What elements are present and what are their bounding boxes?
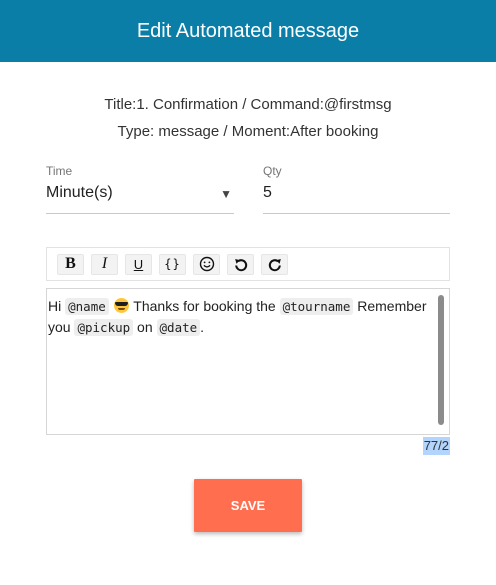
message-line-1: Hi @name Thanks for booking the @tournam… bbox=[48, 298, 427, 315]
message-line-2: you @pickup on @date. bbox=[48, 319, 205, 336]
message-text[interactable]: Hi @name Thanks for booking the @tournam… bbox=[48, 296, 444, 338]
redo-button[interactable] bbox=[261, 253, 288, 275]
editor-scrollbar[interactable] bbox=[438, 295, 444, 425]
message-editor[interactable]: Hi @name Thanks for booking the @tournam… bbox=[46, 288, 450, 435]
italic-button[interactable]: I bbox=[91, 253, 118, 275]
undo-icon bbox=[234, 259, 247, 272]
qty-field[interactable]: Qty 5 bbox=[263, 162, 450, 214]
message-title-info: Title:1. Confirmation / Command:@firstms… bbox=[104, 96, 392, 113]
underline-button[interactable]: U bbox=[125, 253, 152, 275]
bold-button[interactable]: B bbox=[57, 253, 84, 275]
header-bar: Edit Automated message bbox=[0, 0, 496, 62]
dropdown-arrow-icon[interactable]: ▼ bbox=[220, 187, 232, 201]
editor-toolbar: B I U {} bbox=[46, 247, 450, 281]
smiley-icon bbox=[199, 256, 214, 272]
pickup-placeholder-tag: @pickup bbox=[74, 319, 134, 336]
code-button[interactable]: {} bbox=[159, 253, 186, 275]
time-value[interactable]: Minute(s) bbox=[46, 184, 234, 202]
emoji-button[interactable] bbox=[193, 253, 220, 275]
name-placeholder-tag: @name bbox=[65, 298, 109, 315]
tourname-placeholder-tag: @tourname bbox=[279, 298, 354, 315]
message-type-info: Type: message / Moment:After booking bbox=[117, 123, 379, 140]
sunglasses-emoji-icon bbox=[113, 298, 129, 313]
save-button[interactable]: SAVE bbox=[194, 479, 302, 532]
time-select[interactable]: Time Minute(s) ▼ bbox=[46, 162, 234, 214]
character-counter: 77/2 bbox=[422, 437, 450, 455]
undo-button[interactable] bbox=[227, 253, 254, 275]
redo-icon bbox=[268, 259, 281, 272]
page-title: Edit Automated message bbox=[136, 19, 360, 42]
date-placeholder-tag: @date bbox=[156, 319, 201, 336]
qty-input[interactable]: 5 bbox=[263, 184, 450, 202]
time-label: Time bbox=[46, 164, 73, 178]
qty-label: Qty bbox=[263, 164, 282, 178]
